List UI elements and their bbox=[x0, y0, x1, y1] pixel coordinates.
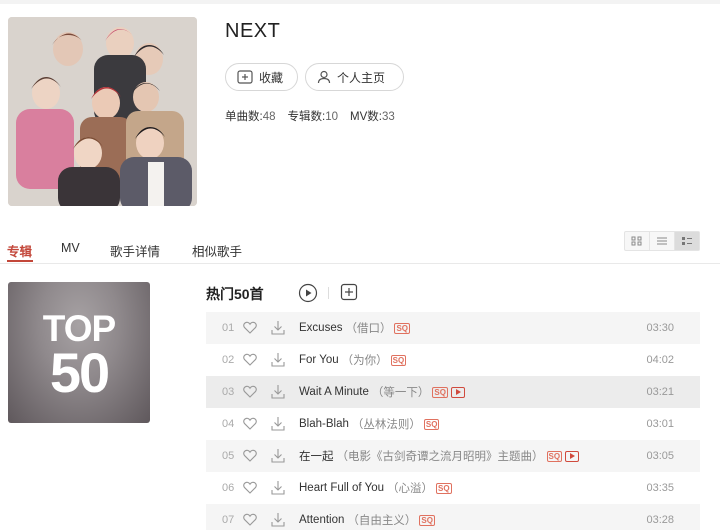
heart-icon[interactable] bbox=[243, 449, 257, 465]
mv-play-icon[interactable] bbox=[565, 450, 580, 462]
mv-count-stat: MV数:33 bbox=[350, 111, 395, 123]
sq-badge: SQ bbox=[436, 482, 452, 494]
artist-name: NEXT bbox=[225, 20, 281, 42]
grid-view-icon[interactable] bbox=[625, 232, 650, 250]
heart-icon[interactable] bbox=[243, 353, 257, 369]
song-title: Excuses bbox=[299, 322, 343, 334]
sq-badge: SQ bbox=[546, 450, 563, 462]
song-duration: 03:30 bbox=[646, 322, 674, 334]
list-view-icon[interactable] bbox=[650, 232, 675, 250]
song-title: Wait A Minute bbox=[299, 386, 369, 398]
song-name[interactable]: Excuses （借口） SQ bbox=[299, 320, 411, 336]
song-title: Attention bbox=[299, 514, 345, 526]
song-name[interactable]: Wait A Minute （等一下） SQ bbox=[299, 384, 465, 400]
song-duration: 03:21 bbox=[646, 386, 674, 398]
download-icon[interactable] bbox=[271, 352, 285, 370]
song-subtitle: （心溢） bbox=[387, 483, 434, 495]
heart-icon[interactable] bbox=[243, 513, 257, 529]
view-mode-toggle bbox=[624, 231, 700, 251]
song-list: 01 Excuses （借口） SQ 03:30 02 For You （为你） SQ 04:02… bbox=[206, 312, 700, 530]
artist-photo bbox=[8, 17, 197, 206]
collect-label: 收藏 bbox=[259, 70, 284, 85]
song-row[interactable]: 01 Excuses （借口） SQ 03:30 bbox=[206, 312, 700, 344]
song-row[interactable]: 05 在一起 （电影《古剑奇谭之流月昭明》主题曲） SQ 03:05 bbox=[206, 440, 700, 472]
play-all-icon[interactable] bbox=[298, 283, 318, 308]
song-subtitle: （丛林法则） bbox=[351, 419, 421, 431]
collect-button[interactable]: 收藏 bbox=[225, 63, 298, 91]
top50-album-cover[interactable]: TOP 50 bbox=[8, 282, 150, 423]
active-tab-indicator bbox=[7, 260, 33, 262]
song-name[interactable]: Heart Full of You （心溢） SQ bbox=[299, 480, 452, 496]
song-subtitle: （等一下） bbox=[371, 387, 430, 399]
album-count-stat: 专辑数:10 bbox=[287, 111, 339, 123]
sq-badge: SQ bbox=[432, 386, 448, 398]
header-divider bbox=[328, 287, 329, 299]
detail-view-icon[interactable] bbox=[675, 232, 699, 250]
song-title: For You bbox=[299, 354, 339, 366]
track-number: 05 bbox=[222, 450, 235, 462]
song-subtitle: （电影《古剑奇谭之流月昭明》主题曲） bbox=[336, 451, 544, 463]
tab-albums[interactable]: 专辑 bbox=[7, 241, 32, 260]
tab-artist-details[interactable]: 歌手详情 bbox=[110, 241, 160, 260]
song-row[interactable]: 07 Attention （自由主义） SQ 03:28 bbox=[206, 504, 700, 530]
sq-badge: SQ bbox=[390, 354, 407, 366]
song-row[interactable]: 04 Blah-Blah （丛林法则） SQ 03:01 bbox=[206, 408, 700, 440]
download-icon[interactable] bbox=[271, 384, 285, 402]
song-subtitle: （借口） bbox=[345, 323, 392, 335]
sq-badge: SQ bbox=[394, 322, 411, 334]
heart-icon[interactable] bbox=[243, 385, 257, 401]
track-number: 02 bbox=[222, 354, 235, 366]
add-to-playlist-icon[interactable] bbox=[340, 283, 358, 306]
song-duration: 03:01 bbox=[646, 418, 674, 430]
download-icon[interactable] bbox=[271, 512, 285, 530]
song-row[interactable]: 02 For You （为你） SQ 04:02 bbox=[206, 344, 700, 376]
homepage-button[interactable]: 个人主页 bbox=[305, 63, 404, 91]
song-name[interactable]: For You （为你） SQ bbox=[299, 352, 407, 368]
artist-tabs: 专辑 MV 歌手详情 相似歌手 bbox=[0, 238, 720, 264]
download-icon[interactable] bbox=[271, 448, 285, 466]
track-number: 04 bbox=[222, 418, 235, 430]
track-number: 07 bbox=[222, 514, 235, 526]
song-row[interactable]: 06 Heart Full of You （心溢） SQ 03:35 bbox=[206, 472, 700, 504]
download-icon[interactable] bbox=[271, 320, 285, 338]
sq-badge: SQ bbox=[419, 514, 435, 526]
track-number: 01 bbox=[222, 322, 235, 334]
song-duration: 04:02 bbox=[646, 354, 674, 366]
cover-text-50: 50 bbox=[49, 341, 110, 404]
song-duration: 03:05 bbox=[646, 450, 674, 462]
heart-icon[interactable] bbox=[243, 481, 257, 497]
song-title: Heart Full of You bbox=[299, 482, 385, 494]
download-icon[interactable] bbox=[271, 416, 285, 434]
track-number: 03 bbox=[222, 386, 235, 398]
song-duration: 03:35 bbox=[646, 482, 674, 494]
sq-badge: SQ bbox=[423, 418, 440, 430]
user-icon bbox=[317, 70, 331, 84]
single-count-stat: 单曲数:48 bbox=[225, 111, 276, 123]
tab-similar-artists[interactable]: 相似歌手 bbox=[192, 241, 242, 260]
top-divider bbox=[0, 0, 720, 4]
heart-icon[interactable] bbox=[243, 417, 257, 433]
artist-stats: 单曲数:48 专辑数:10 MV数:33 bbox=[225, 108, 395, 124]
song-subtitle: （自由主义） bbox=[347, 515, 417, 527]
song-name[interactable]: Attention （自由主义） SQ bbox=[299, 512, 435, 528]
heart-icon[interactable] bbox=[243, 321, 257, 337]
song-subtitle: （为你） bbox=[341, 355, 388, 367]
add-box-icon bbox=[237, 70, 253, 84]
track-number: 06 bbox=[222, 482, 235, 494]
song-row[interactable]: 03 Wait A Minute （等一下） SQ 03:21 bbox=[206, 376, 700, 408]
homepage-label: 个人主页 bbox=[337, 70, 386, 85]
song-title: Blah-Blah bbox=[299, 418, 349, 430]
song-title: 在一起 bbox=[299, 451, 334, 463]
song-name[interactable]: 在一起 （电影《古剑奇谭之流月昭明》主题曲） SQ bbox=[299, 448, 580, 464]
download-icon[interactable] bbox=[271, 480, 285, 498]
song-duration: 03:28 bbox=[646, 514, 674, 526]
tab-mv[interactable]: MV bbox=[61, 241, 80, 255]
mv-play-icon[interactable] bbox=[450, 386, 465, 398]
album-title: 热门50首 bbox=[206, 286, 264, 302]
song-name[interactable]: Blah-Blah （丛林法则） SQ bbox=[299, 416, 440, 432]
